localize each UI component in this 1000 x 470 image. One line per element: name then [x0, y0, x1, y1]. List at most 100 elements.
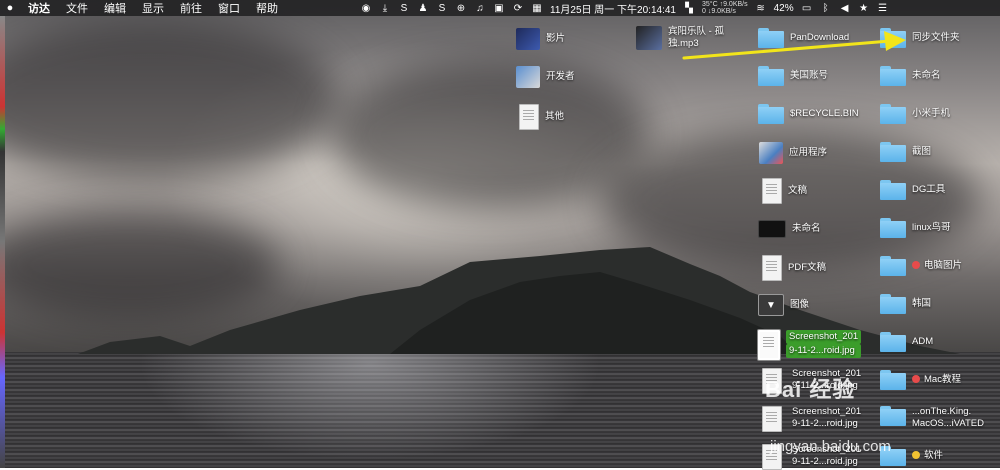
menu-app-name[interactable]: 访达	[20, 0, 58, 16]
icon-label: 美国账号	[790, 70, 829, 81]
icon-label-text: 电脑图片	[924, 260, 963, 271]
folder-icon	[880, 104, 906, 124]
wifi-icon[interactable]: ≋	[755, 2, 767, 14]
pdf-document-icon	[762, 255, 782, 281]
desktop-icon-adm[interactable]: ADM	[880, 332, 933, 352]
baidu-watermark-url: jingyan.baidu.com	[770, 438, 891, 455]
desktop-icon-screenshot-3[interactable]: Screenshot_201 9-11-2...roid.jpg	[762, 406, 861, 432]
icon-label: 应用程序	[789, 147, 828, 158]
icon-label: 同步文件夹	[912, 32, 960, 43]
folder-icon	[880, 66, 906, 86]
desktop-icon-images[interactable]: ▼ 图像	[758, 294, 809, 316]
volume-icon[interactable]: ◀	[839, 2, 851, 14]
icon-label: Screenshot_201 9-11-2...roid.jpg	[786, 330, 862, 358]
desktop-icon-untitled-folder[interactable]: 未命名	[880, 66, 941, 86]
desktop-icon-other[interactable]: 其他	[519, 104, 564, 130]
folder-icon	[758, 104, 784, 124]
desktop-icon-untitled-dark[interactable]: 未命名	[758, 220, 821, 238]
network-speed[interactable]: 35°C ↑9.0KB/s 0 ↓9.0KB/s	[702, 1, 748, 15]
icon-label: 影片	[546, 33, 566, 44]
net-up: 35°C ↑9.0KB/s	[702, 1, 748, 8]
desktop-icon-developer[interactable]: 开发者	[516, 66, 575, 88]
globe-icon[interactable]: ⊕	[455, 2, 467, 14]
baidu-watermark-logo: Bai 经验	[765, 377, 856, 402]
king-label-line2: MacOS...iVATED	[912, 418, 984, 429]
icon-label: 截图	[912, 146, 932, 157]
icon-label: ...onThe.King. MacOS...iVATED	[912, 406, 984, 430]
s-app-icon[interactable]: S	[398, 2, 410, 14]
menu-go[interactable]: 前往	[172, 0, 210, 16]
desktop-icon-applications[interactable]: 应用程序	[759, 142, 827, 164]
icon-label: DG工具	[912, 184, 946, 195]
icon-label: 开发者	[546, 71, 575, 82]
battery-percent[interactable]: 42%	[774, 3, 794, 14]
desktop-icon-sync-folder[interactable]: 同步文件夹	[880, 28, 960, 48]
desktop-icon-pdf[interactable]: PDF文稿	[762, 255, 826, 281]
folder-icon	[880, 180, 906, 200]
desktop-icon-pc-images[interactable]: 电脑图片	[880, 256, 962, 276]
untitled-thumb-icon	[758, 220, 786, 238]
datetime-text[interactable]: 11月25日 周一 下午20:14:41	[550, 1, 676, 16]
applications-icon	[759, 142, 783, 164]
icon-label-text: Mac教程	[924, 374, 961, 385]
icon-label: 文稿	[788, 185, 808, 196]
download-icon[interactable]: ⤓	[379, 2, 391, 14]
desktop-icon-xiaomi[interactable]: 小米手机	[880, 104, 950, 124]
sync-icon[interactable]: ⟳	[512, 2, 524, 14]
grid-icon[interactable]: ▚	[683, 2, 695, 14]
screenshot-thumb-icon	[758, 330, 780, 360]
screenshot-label-line2: 9-11-2...roid.jpg	[792, 456, 858, 467]
music-icon[interactable]: ♫	[474, 2, 486, 14]
folder-icon	[880, 218, 906, 238]
desktop-icon-mac-tutorial[interactable]: Mac教程	[880, 370, 961, 390]
folder-icon	[758, 28, 784, 48]
star-icon[interactable]: ★	[858, 2, 870, 14]
menu-bar: ● 访达 文件 编辑 显示 前往 窗口 帮助 ◉ ⤓ S ♟ S ⊕ ♫ ▣ ⟳…	[0, 0, 1000, 16]
desktop-icon-documents[interactable]: 文稿	[762, 178, 807, 204]
menu-view[interactable]: 显示	[134, 0, 172, 16]
qq-icon[interactable]: ♟	[417, 2, 429, 14]
menu-window[interactable]: 窗口	[210, 0, 248, 16]
icon-label: Screenshot_201 9-11-2...roid.jpg	[792, 406, 861, 430]
desktop-icon-screenshots-folder[interactable]: 截图	[880, 142, 931, 162]
desktop-icon-pandownload[interactable]: PanDownload	[758, 28, 849, 48]
desktop-icon-movies[interactable]: 影片	[516, 28, 565, 50]
icon-label: 其他	[545, 111, 565, 122]
desktop-icon-king-macos[interactable]: ...onThe.King. MacOS...iVATED	[880, 406, 984, 430]
desktop-icon-screenshot-1[interactable]: Screenshot_201 9-11-2...roid.jpg	[758, 330, 862, 360]
bluetooth-icon[interactable]: ᛒ	[820, 2, 832, 14]
icon-label: $RECYCLE.BIN	[790, 108, 859, 119]
folder-icon	[880, 370, 906, 390]
desktop-icon-korea[interactable]: 韩国	[880, 294, 931, 314]
battery-icon[interactable]: ▭	[801, 2, 813, 14]
icon-label: 未命名	[792, 223, 821, 234]
calendar-icon[interactable]: ▦	[531, 2, 543, 14]
apple-menu-icon[interactable]: ●	[0, 2, 20, 14]
other-icon	[519, 104, 539, 130]
screen-icon[interactable]: ▣	[493, 2, 505, 14]
menu-help[interactable]: 帮助	[248, 0, 286, 16]
menu-file[interactable]: 文件	[58, 0, 96, 16]
sogou-icon[interactable]: S	[436, 2, 448, 14]
icon-label: 小米手机	[912, 108, 951, 119]
icon-label: 宾阳乐队 - 孤 独.mp3	[668, 26, 724, 50]
icon-label: 软件	[912, 450, 943, 462]
desktop-icon-dg-tools[interactable]: DG工具	[880, 180, 945, 200]
folder-icon	[758, 66, 784, 86]
document-icon	[762, 178, 782, 204]
clock-app-icon[interactable]: ◉	[360, 2, 372, 14]
icon-label: PanDownload	[790, 32, 850, 43]
mp3-label-line1: 宾阳乐队 - 孤	[668, 26, 724, 37]
desktop-icon-linux[interactable]: linux鸟哥	[880, 218, 951, 238]
notification-list-icon[interactable]: ☰	[877, 2, 889, 14]
icon-label: 图像	[790, 299, 810, 310]
desktop-icon-recycle-bin[interactable]: $RECYCLE.BIN	[758, 104, 859, 124]
menu-edit[interactable]: 编辑	[96, 0, 134, 16]
screenshot-label-line1: Screenshot_201	[792, 406, 862, 417]
developer-icon	[516, 66, 540, 88]
mp3-label-line2: 独.mp3	[668, 38, 699, 49]
desktop-icon-us-account[interactable]: 美国账号	[758, 66, 828, 86]
desktop-icon-mp3[interactable]: 宾阳乐队 - 孤 独.mp3	[636, 26, 724, 50]
images-icon: ▼	[758, 294, 784, 316]
dock-edge	[0, 16, 5, 468]
